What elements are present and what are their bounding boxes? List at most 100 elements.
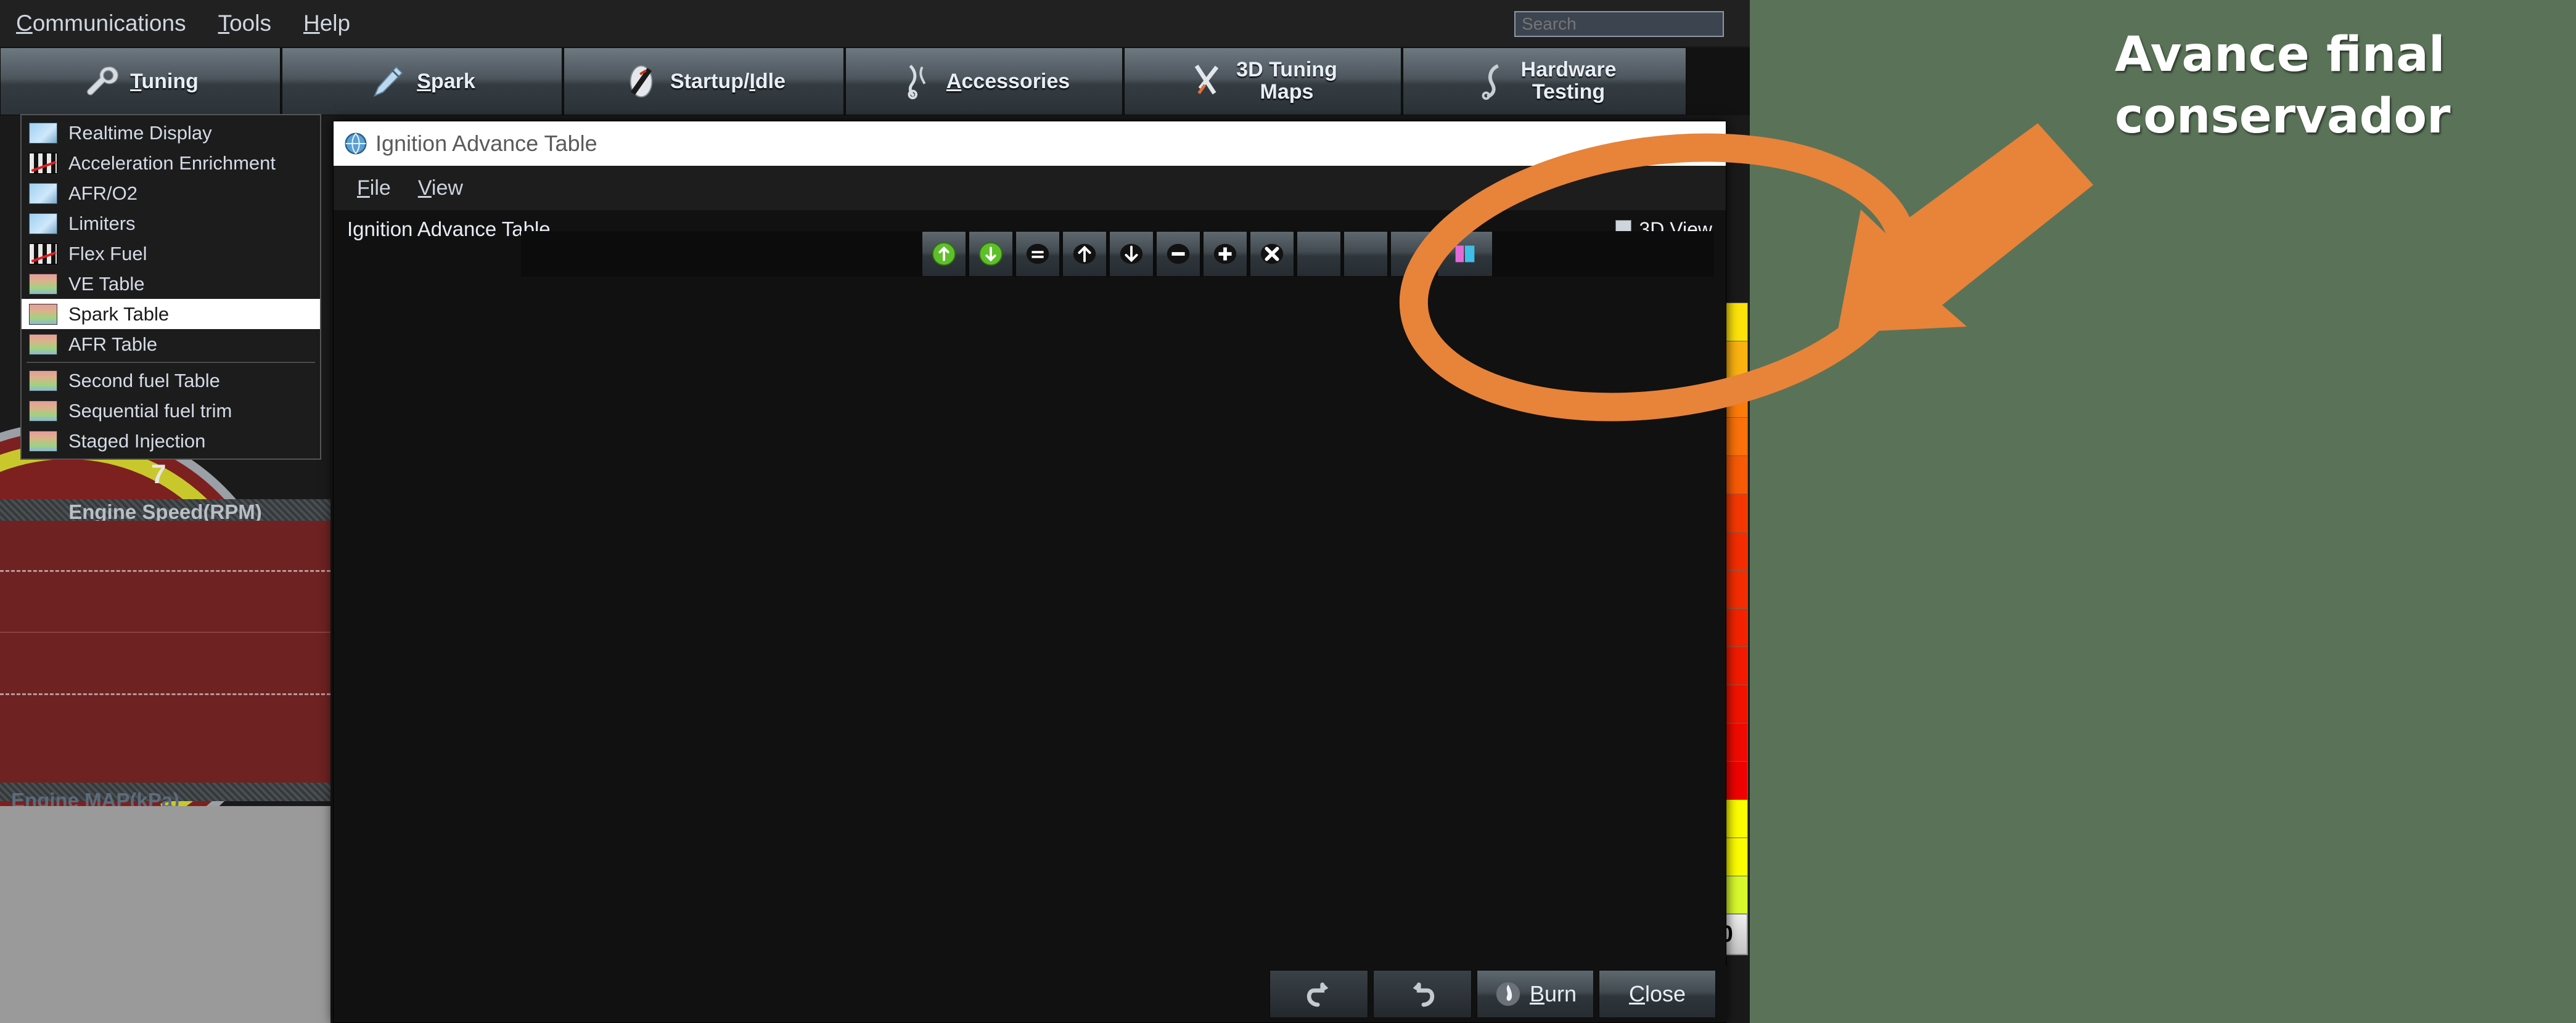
menu-item-staged-injection[interactable]: Staged Injection [22,426,320,456]
flame-icon [1496,982,1520,1006]
menu-item-realtime-display[interactable]: Realtime Display [22,118,320,148]
menu-item-label: Flex Fuel [68,242,147,264]
tab-3d-tuning-maps-label: 3D Tuning Maps [1236,58,1337,104]
minus-button[interactable] [1156,231,1200,277]
annotation-arrow [1837,123,2093,333]
wrench-doc-icon [29,213,57,234]
table-icon [29,430,57,452]
undo-arrow-icon [1306,982,1329,1007]
redo-button[interactable] [1373,970,1472,1018]
tab-3d-tuning-maps[interactable]: 3D Tuning Maps [1124,47,1401,115]
table-icon [29,303,57,325]
plus-icon [1213,243,1237,264]
menu-tools[interactable]: Tools [202,0,287,46]
table-toolbar [521,231,1714,277]
dialog-menu-file[interactable]: File [343,176,404,200]
menu-item-sequential-fuel-trim[interactable]: Sequential fuel trim [22,396,320,426]
menu-item-ve-table[interactable]: VE Table [22,269,320,299]
graph-solid-1 [0,632,330,633]
tuning-dropdown-menu: Realtime Display Acceleration Enrichment… [20,114,321,460]
extra-2-button[interactable] [1343,231,1388,277]
menu-item-label: AFR Table [68,333,158,355]
tab-accessories[interactable]: Accessories [845,47,1123,115]
dialog-titlebar[interactable]: Ignition Advance Table ✕ [334,121,1726,166]
crossed-tools-icon [1194,64,1219,95]
annotation-text: Avance final conservador [2115,25,2546,148]
tab-spark[interactable]: Spark [282,47,562,115]
ribbon-tabbar: Tuning Spark Startup/Idle Accessories 3D… [0,47,1750,115]
green-circle-down-arrow-icon [978,242,1003,266]
wrench-doc-icon [29,122,57,144]
increase-button[interactable] [1062,231,1107,277]
graph-dash-2 [0,693,330,695]
table-icon [29,333,57,355]
up-arrow-icon [1073,243,1096,264]
extra-3-button[interactable] [1390,231,1435,277]
tab-startup-idle[interactable]: Startup/Idle [564,47,844,115]
tab-hardware-testing-label: Hardware Testing [1520,58,1617,104]
undo-button[interactable] [1270,970,1368,1018]
tools-icon [908,65,926,100]
dialog-subtitle: Ignition Advance Table [347,218,551,240]
green-circle-up-arrow-icon [932,242,956,266]
equal-button[interactable] [1015,231,1060,277]
tab-hardware-testing[interactable]: Hardware Testing [1403,47,1686,115]
multiply-button[interactable] [1250,231,1294,277]
scale-down-button[interactable] [969,231,1013,277]
x-icon [1260,243,1284,264]
scale-up-button[interactable] [922,231,966,277]
menu-item-label: Second fuel Table [68,369,220,391]
wrench-doc-icon [29,182,57,204]
menu-item-afr-table[interactable]: AFR Table [22,329,320,359]
down-arrow-icon [1120,243,1143,264]
burn-button-label: Burn [1529,981,1577,1006]
minus-icon [1167,243,1190,264]
decrease-button[interactable] [1109,231,1154,277]
menu-item-label: Realtime Display [68,121,212,144]
extra-4-button[interactable] [1437,231,1493,277]
close-button[interactable]: Close [1599,970,1716,1018]
extra-1-button[interactable] [1297,231,1341,277]
menu-item-flex-fuel[interactable]: Flex Fuel [22,238,320,269]
wrench2-icon [1482,64,1499,100]
menu-item-label: AFR/O2 [68,182,137,204]
dialog-menu-view[interactable]: View [404,176,477,200]
redo-arrow-icon [1413,982,1435,1007]
graph-dash-1 [0,570,330,572]
menu-item-label: VE Table [68,272,145,295]
engine-speed-graph [0,521,330,783]
menu-item-afr-o2[interactable]: AFR/O2 [22,178,320,208]
tab-tuning[interactable]: Tuning [0,47,281,115]
engine-map-graph [0,806,330,1023]
menu-help[interactable]: Help [287,0,366,46]
table-icon [29,273,57,295]
close-button-label: Close [1628,981,1686,1006]
menu-item-acceleration-enrichment[interactable]: Acceleration Enrichment [22,148,320,178]
search-input[interactable] [1514,11,1724,37]
menu-item-spark-table[interactable]: Spark Table [22,299,320,329]
burn-button[interactable]: Burn [1477,970,1594,1018]
menu-communications[interactable]: CCommunicationsommunications [0,0,202,46]
menu-item-label: Acceleration Enrichment [68,152,276,174]
dialog-title: Ignition Advance Table [375,131,597,156]
bars-curve-icon [29,243,57,264]
color-swatch-icon [1455,245,1475,263]
menu-item-second-fuel-table[interactable]: Second fuel Table [22,365,320,396]
table-icon [29,400,57,422]
menu-item-limiters[interactable]: Limiters [22,208,320,238]
tab-spark-label: Spark [417,69,475,93]
sparkplug-icon [374,66,403,97]
tab-tuning-label: Tuning [130,69,199,93]
menu-item-label: Spark Table [68,303,170,325]
menu-item-label: Sequential fuel trim [68,399,232,422]
bars-curve-icon [29,152,57,174]
menu-item-label: Staged Injection [68,430,206,452]
wrench-icon [87,66,118,96]
plus-button[interactable] [1203,231,1247,277]
main-menubar: CCommunicationsommunications Tools Help [0,0,1750,46]
dialog-footer: Burn Close [334,966,1727,1022]
close-icon[interactable]: ✕ [1670,129,1716,158]
table-icon [29,370,57,391]
equals-icon [1026,243,1049,264]
menu-item-label: Limiters [68,212,136,234]
